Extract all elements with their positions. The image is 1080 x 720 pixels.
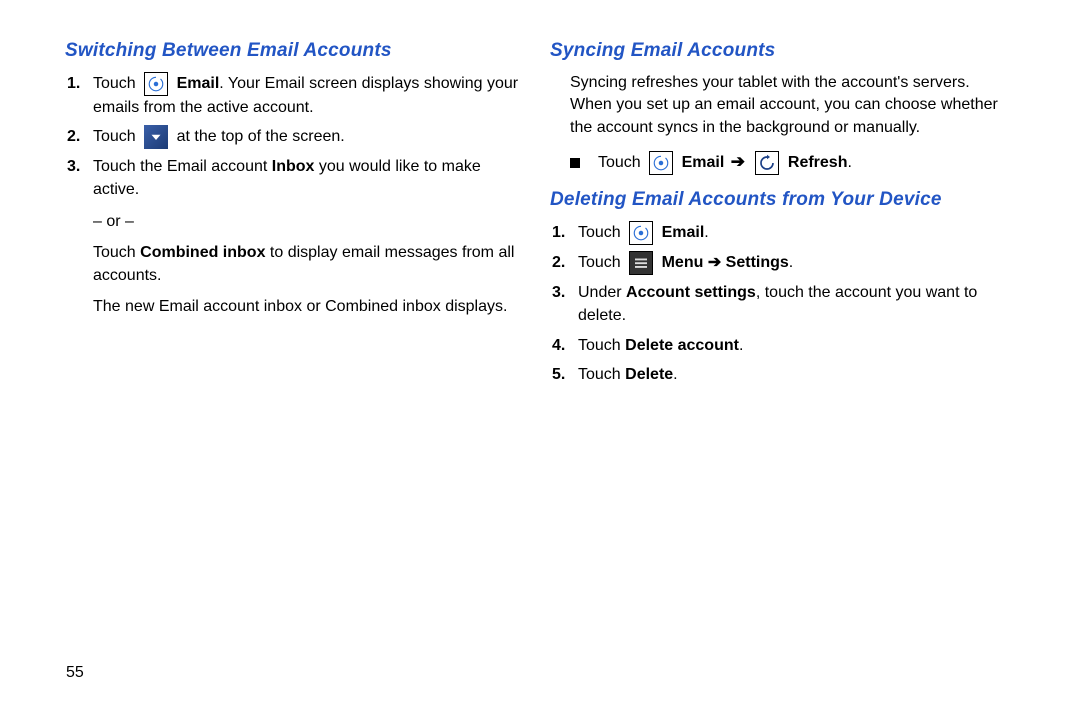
refresh-icon	[755, 151, 779, 175]
email-icon	[144, 72, 168, 96]
text: .	[847, 154, 851, 171]
arrow-icon: ➔	[703, 254, 725, 271]
page-number: 55	[66, 664, 84, 682]
email-label: Email	[177, 75, 220, 92]
step-2: Touch at the top of the screen.	[93, 125, 520, 149]
dropdown-icon	[144, 125, 168, 149]
bullet-icon	[570, 158, 580, 168]
dstep-4: Touch Delete account.	[578, 334, 1005, 357]
text: Touch the Email account	[93, 158, 272, 175]
account-settings-label: Account settings	[626, 284, 756, 301]
refresh-label: Refresh	[788, 154, 848, 171]
dstep-3: Under Account settings, touch the accoun…	[578, 281, 1005, 327]
settings-label: Settings	[726, 254, 789, 271]
syncing-intro: Syncing refreshes your tablet with the a…	[570, 72, 1005, 139]
text: at the top of the screen.	[177, 128, 345, 145]
heading-deleting: Deleting Email Accounts from Your Device	[550, 189, 1005, 211]
combined-inbox-label: Combined inbox	[140, 244, 265, 261]
email-label: Email	[662, 224, 705, 241]
text: Touch	[578, 224, 625, 241]
text: .	[673, 366, 677, 383]
steps-deleting: Touch Email. Touch Menu ➔ Settings. Unde…	[550, 221, 1005, 386]
text: Touch	[93, 75, 140, 92]
text: Touch	[598, 154, 645, 171]
text: .	[789, 254, 793, 271]
right-column: Syncing Email Accounts Syncing refreshes…	[550, 40, 1005, 392]
dstep-2: Touch Menu ➔ Settings.	[578, 251, 1005, 275]
text: .	[704, 224, 708, 241]
heading-switching: Switching Between Email Accounts	[65, 40, 520, 62]
result-line: The new Email account inbox or Combined …	[93, 295, 520, 318]
step-3: Touch the Email account Inbox you would …	[93, 155, 520, 318]
text: .	[739, 337, 743, 354]
text: Touch	[93, 128, 140, 145]
email-label: Email	[682, 154, 725, 171]
inbox-label: Inbox	[272, 158, 315, 175]
step-1: Touch Email. Your Email screen displays …	[93, 72, 520, 119]
text: Touch	[578, 254, 625, 271]
text: Touch	[578, 366, 625, 383]
arrow-icon: ➔	[731, 152, 745, 171]
dstep-5: Touch Delete.	[578, 363, 1005, 386]
left-column: Switching Between Email Accounts Touch E…	[65, 40, 520, 392]
delete-account-label: Delete account	[625, 337, 739, 354]
text: Under	[578, 284, 626, 301]
heading-syncing: Syncing Email Accounts	[550, 40, 1005, 62]
or-line: – or –	[93, 210, 520, 233]
sync-bullet: Touch Email ➔ Refresh.	[570, 151, 1005, 175]
text: Touch	[93, 244, 140, 261]
menu-label: Menu	[662, 254, 704, 271]
menu-icon	[629, 251, 653, 275]
combined-line: Touch Combined inbox to display email me…	[93, 241, 520, 287]
delete-label: Delete	[625, 366, 673, 383]
dstep-1: Touch Email.	[578, 221, 1005, 245]
email-icon	[649, 151, 673, 175]
bullet-content: Touch Email ➔ Refresh.	[598, 151, 852, 175]
steps-switching: Touch Email. Your Email screen displays …	[65, 72, 520, 318]
email-icon	[629, 221, 653, 245]
text: Touch	[578, 337, 625, 354]
